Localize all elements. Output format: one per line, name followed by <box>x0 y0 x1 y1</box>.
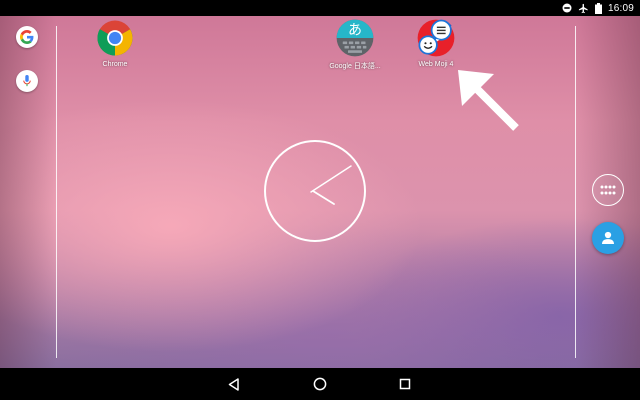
battery-icon <box>594 2 602 14</box>
recents-icon <box>399 378 411 390</box>
status-icons: 16:09 <box>562 0 634 16</box>
web-moji-icon <box>417 19 455 57</box>
app-chrome[interactable]: Chrome <box>75 17 155 68</box>
google-japanese-input-icon: あ <box>336 19 374 57</box>
analog-clock-widget[interactable] <box>263 139 367 243</box>
right-edge-line <box>575 26 576 358</box>
left-edge-line <box>56 26 57 358</box>
airplane-mode-icon <box>578 3 589 14</box>
arrow-icon <box>458 70 519 131</box>
back-icon <box>228 377 239 391</box>
status-time: 16:09 <box>607 2 634 14</box>
app-label: Chrome <box>102 61 128 68</box>
voice-search-button[interactable] <box>16 70 38 92</box>
app-drawer-button[interactable] <box>592 174 624 206</box>
recents-button[interactable] <box>397 376 413 392</box>
google-g-icon <box>20 30 34 44</box>
status-bar: 16:09 <box>0 0 640 16</box>
app-label: Web Moji 4 <box>418 61 454 68</box>
app-web-moji[interactable]: Web Moji 4 <box>396 17 476 68</box>
clock-minute-hand <box>310 165 352 193</box>
chrome-icon <box>97 20 133 56</box>
home-icon <box>313 377 327 391</box>
app-glyph: あ <box>348 23 362 39</box>
do-not-disturb-icon <box>562 3 572 13</box>
google-search-button[interactable] <box>16 26 38 48</box>
home-button[interactable] <box>312 376 328 392</box>
app-google-japanese-input[interactable]: あ Google 日本語... <box>315 17 395 71</box>
clock-hour-hand <box>312 190 335 205</box>
app-drawer-icon <box>600 185 616 195</box>
microphone-icon <box>23 75 31 87</box>
contacts-icon <box>602 231 614 244</box>
back-button[interactable] <box>226 376 242 392</box>
app-label: Google 日本語... <box>329 63 381 70</box>
navigation-bar <box>0 368 640 400</box>
contacts-button[interactable] <box>592 222 624 254</box>
